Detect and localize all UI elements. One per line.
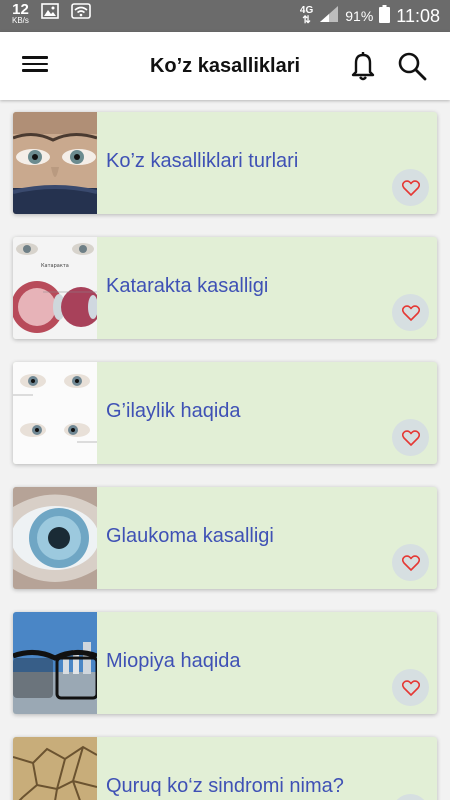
wifi-icon [71, 3, 91, 24]
network-speed: 12 KB/s [12, 2, 29, 25]
article-card[interactable]: G’ilaylik haqida [13, 362, 437, 464]
strabismus-eyes-image [13, 362, 97, 464]
article-title: Quruq ko‘z sindromi nima? [106, 775, 344, 797]
clock: 11:08 [396, 5, 440, 26]
hamburger-menu-icon[interactable] [22, 52, 48, 80]
speed-unit: KB/s [12, 16, 29, 25]
bell-icon[interactable] [348, 50, 378, 82]
article-card[interactable]: Miopiya haqida [13, 612, 437, 714]
gallery-notification-icon [41, 3, 59, 24]
article-card[interactable]: Ko’z kasalliklari turlari [13, 112, 437, 214]
article-title: Ko’z kasalliklari turlari [106, 150, 299, 172]
status-left: 12 KB/s [12, 2, 91, 25]
status-bar: 12 KB/s 4G ⇅ 91% 11:08 [0, 0, 450, 32]
article-title: Glaukoma kasalligi [106, 525, 274, 547]
eyes-closeup-image [13, 112, 97, 214]
battery-percent: 91% [345, 8, 374, 24]
favorite-heart-icon[interactable] [392, 669, 429, 706]
favorite-heart-icon[interactable] [392, 294, 429, 331]
article-title: Miopiya haqida [106, 650, 241, 672]
search-icon[interactable] [396, 50, 428, 82]
article-title: Katarakta kasalligi [106, 275, 269, 297]
article-list: Ko’z kasalliklari turlari Катаракта Kata… [0, 100, 450, 800]
cataract-diagram-image: Катаракта [13, 237, 97, 339]
network-type: 4G ⇅ [300, 6, 313, 26]
article-title: G’ilaylik haqida [106, 400, 241, 422]
iris-closeup-image [13, 487, 97, 589]
speed-value: 12 [12, 1, 29, 18]
battery-icon [379, 4, 391, 28]
glasses-city-image [13, 612, 97, 714]
article-card[interactable]: Катаракта Katarakta kasalligi [13, 237, 437, 339]
favorite-heart-icon[interactable] [392, 419, 429, 456]
cracked-earth-image [13, 737, 97, 800]
app-bar: Ko’z kasalliklari [0, 32, 450, 100]
favorite-heart-icon[interactable] [392, 169, 429, 206]
data-arrows-icon: ⇅ [302, 15, 311, 26]
article-card[interactable]: Quruq ko‘z sindromi nima? [13, 737, 437, 800]
page-title: Ko’z kasalliklari [149, 55, 301, 77]
article-card[interactable]: Glaukoma kasalligi [13, 487, 437, 589]
signal-icon [319, 5, 339, 28]
status-right: 4G ⇅ 91% 11:08 [300, 0, 440, 32]
svg-text:Катаракта: Катаракта [41, 263, 69, 269]
favorite-heart-icon[interactable] [392, 544, 429, 581]
favorite-heart-icon[interactable] [392, 794, 429, 800]
